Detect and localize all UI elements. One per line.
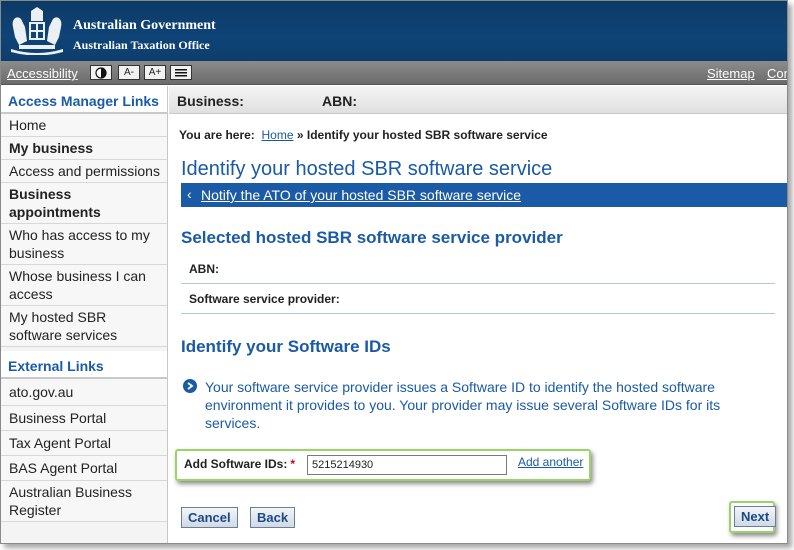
abn-field-label: ABN:: [189, 262, 219, 276]
sidebar-item-my-business[interactable]: My business: [1, 137, 167, 160]
contrast-icon[interactable]: [90, 65, 112, 80]
provider-field-row: Software service provider:: [181, 284, 775, 314]
text-only-icon[interactable]: [170, 65, 192, 80]
sidebar: Access Manager Links Home My business Ac…: [1, 86, 168, 543]
software-ids-group: Add Software IDs:* Add another: [175, 449, 591, 481]
header-banner: Australian Government Australian Taxatio…: [1, 1, 787, 61]
cancel-button[interactable]: Cancel: [181, 507, 238, 528]
breadcrumb-home-link[interactable]: Home: [261, 128, 293, 142]
browser-window: Australian Government Australian Taxatio…: [0, 0, 788, 544]
page-title: Identify your hosted SBR software servic…: [181, 158, 553, 180]
sidebar-item-who-has-access[interactable]: Who has access to my business: [1, 224, 167, 265]
sidebar-item-access-permissions[interactable]: Access and permissions: [1, 160, 167, 183]
sidebar-item-abr[interactable]: Australian Business Register: [1, 481, 167, 522]
access-manager-links-heading: Access Manager Links: [1, 86, 167, 114]
sidebar-item-tax-agent-portal[interactable]: Tax Agent Portal: [1, 431, 167, 456]
software-ids-heading: Identify your Software IDs: [181, 337, 391, 356]
notify-link-bar: ‹ Notify the ATO of your hosted SBR soft…: [181, 183, 787, 207]
breadcrumb: You are here: Home » Identify your hoste…: [179, 128, 548, 142]
sidebar-item-hosted-sbr[interactable]: My hosted SBR software services: [1, 306, 167, 347]
utility-bar: Accessibility A- A+ Sitemap Con: [1, 61, 787, 85]
accessibility-link[interactable]: Accessibility: [7, 66, 78, 81]
required-marker: *: [290, 457, 296, 471]
sidebar-item-business-portal[interactable]: Business Portal: [1, 406, 167, 431]
software-id-input[interactable]: [307, 455, 507, 475]
sidebar-item-home[interactable]: Home: [1, 114, 167, 137]
government-title: Australian Government: [73, 18, 216, 33]
coat-of-arms-icon: [11, 7, 63, 55]
provider-field-label: Software service provider:: [189, 292, 340, 306]
chevron-left-icon: ‹: [187, 186, 192, 202]
business-label: Business:: [177, 93, 244, 109]
next-button[interactable]: Next: [734, 506, 777, 527]
text-smaller-button[interactable]: A-: [118, 65, 140, 80]
abn-label: ABN:: [322, 93, 357, 109]
software-id-info-text: Your software service provider issues a …: [205, 379, 721, 431]
business-bar: Business: ABN:: [169, 86, 787, 114]
info-arrow-icon: [183, 379, 197, 393]
sidebar-item-business-appointments[interactable]: Business appointments: [1, 183, 167, 224]
main-content: Business: ABN: You are here: Home » Iden…: [169, 86, 787, 543]
sidebar-item-ato[interactable]: ato.gov.au: [1, 379, 167, 406]
breadcrumb-separator: »: [296, 128, 304, 142]
sidebar-item-bas-agent-portal[interactable]: BAS Agent Portal: [1, 456, 167, 481]
add-another-link[interactable]: Add another: [518, 455, 583, 469]
external-links-heading: External Links: [1, 351, 167, 379]
software-ids-label-text: Add Software IDs:: [184, 457, 288, 471]
notify-ato-link[interactable]: Notify the ATO of your hosted SBR softwa…: [201, 187, 521, 203]
back-button[interactable]: Back: [250, 507, 296, 528]
breadcrumb-current: Identify your hosted SBR software servic…: [306, 128, 548, 142]
abn-field-row: ABN:: [181, 254, 775, 284]
provider-heading: Selected hosted SBR software service pro…: [181, 228, 563, 247]
breadcrumb-prefix: You are here:: [179, 128, 255, 142]
sitemap-link[interactable]: Sitemap: [707, 66, 755, 81]
agency-title: Australian Taxation Office: [73, 38, 210, 52]
next-button-highlight: Next: [729, 501, 777, 533]
text-larger-button[interactable]: A+: [144, 65, 166, 80]
contact-link[interactable]: Con: [767, 66, 787, 81]
sidebar-item-whose-business[interactable]: Whose business I can access: [1, 265, 167, 306]
software-ids-label: Add Software IDs: *: [184, 457, 295, 471]
